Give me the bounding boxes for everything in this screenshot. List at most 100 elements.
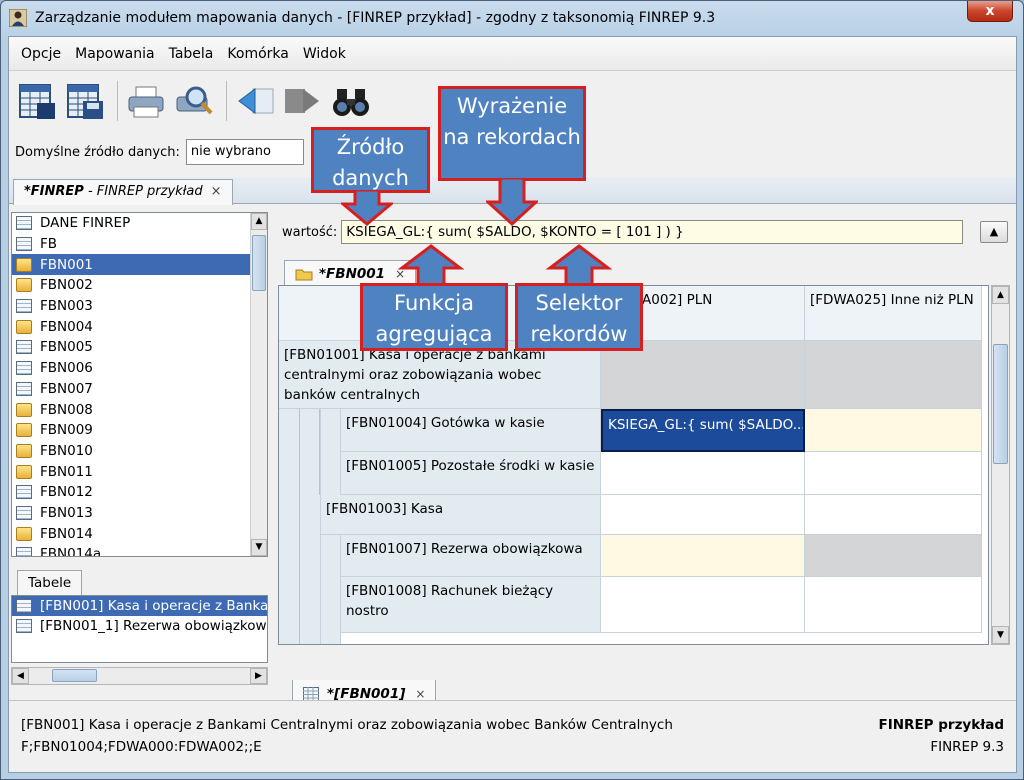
print-preview-button[interactable] — [172, 79, 216, 123]
tree-item[interactable]: FBN014 — [12, 523, 250, 544]
row-header-fbn01007[interactable]: [FBN01007] Rezerwa obowiązkowa — [341, 535, 601, 577]
callout-wyrazenie: Wyrażenie na rekordach — [438, 86, 586, 181]
grid-icon — [16, 340, 32, 355]
window-title: Zarządzanie modułem mapowania danych - [… — [35, 10, 716, 26]
grid-cell[interactable] — [805, 577, 982, 633]
scroll-thumb[interactable] — [52, 669, 97, 682]
document-tab[interactable]: *FINREP - FINREP przykład × — [13, 179, 233, 205]
data-source-select[interactable]: nie wybrano — [185, 139, 304, 165]
scroll-up-arrow-icon[interactable]: ▲ — [251, 213, 267, 230]
tree-item[interactable]: FBN013 — [12, 503, 250, 524]
grid-vertical-scrollbar[interactable]: ▲ ▼ — [991, 285, 1010, 645]
value-expression-input[interactable]: KSIEGA_GL:{ sum( $SALDO, $KONTO = [ 101 … — [341, 220, 964, 244]
print-preview-icon — [176, 86, 213, 115]
tree-item-label: FBN014a — [40, 546, 102, 556]
scroll-down-arrow-icon[interactable]: ▼ — [992, 626, 1009, 644]
tree-item[interactable]: FBN010 — [12, 441, 250, 462]
table-save-button[interactable] — [63, 79, 107, 123]
column-header-fdwa025[interactable]: [FDWA025] Inne niż PLN — [805, 286, 982, 341]
data-source-label: Domyślne źródło danych: — [15, 144, 180, 160]
document-tab-close-icon[interactable]: × — [211, 184, 222, 199]
grid-icon — [16, 299, 32, 314]
row-header-fbn01003[interactable]: [FBN01003] Kasa — [321, 495, 601, 535]
menu-mapowania[interactable]: Mapowania — [69, 46, 160, 62]
menu-tabela[interactable]: Tabela — [163, 46, 220, 62]
menu-opcje[interactable]: Opcje — [15, 46, 67, 62]
callout-arrow-down-icon — [486, 178, 538, 226]
grid-cell[interactable] — [601, 535, 805, 577]
back-button[interactable] — [233, 79, 277, 123]
tree-item-label: FBN004 — [40, 318, 93, 335]
row-header-fbn01001[interactable]: [FBN01001] Kasa i operacje z bankami cen… — [279, 341, 601, 409]
row-header-fbn01004[interactable]: [FBN01004] Gotówka w kasie — [341, 409, 601, 452]
tables-tab[interactable]: Tabele — [17, 570, 83, 596]
tree-item-label: FBN008 — [40, 401, 93, 418]
back-arrow-icon — [238, 88, 274, 114]
grid-cell[interactable] — [805, 495, 982, 535]
forward-button[interactable] — [281, 79, 325, 123]
scroll-right-arrow-icon[interactable]: ▶ — [250, 668, 267, 684]
scroll-thumb[interactable] — [252, 235, 266, 291]
tree-item-label: FBN001 — [40, 256, 93, 273]
scroll-left-arrow-icon[interactable]: ◀ — [12, 668, 29, 684]
menu-komorka[interactable]: Komórka — [221, 46, 294, 62]
tables-horizontal-scrollbar[interactable]: ◀ ▶ — [11, 667, 268, 685]
tree-item[interactable]: FBN012 — [12, 482, 250, 503]
grid-cell[interactable] — [805, 452, 982, 495]
grid-icon — [16, 547, 32, 556]
tree-item[interactable]: FBN007 — [12, 379, 250, 400]
grid-cell[interactable] — [601, 341, 805, 409]
find-button[interactable] — [329, 79, 373, 123]
grid-icon — [16, 216, 32, 231]
folder-icon — [16, 278, 32, 293]
tables-list-item[interactable]: [FBN001] Kasa i operacje z Banka — [12, 596, 267, 616]
grid-cell[interactable] — [805, 409, 982, 452]
tree-item[interactable]: FBN005 — [12, 337, 250, 358]
toolbar-separator — [117, 81, 118, 121]
expand-up-button[interactable]: ▲ — [980, 221, 1008, 243]
selected-grid-cell[interactable]: KSIEGA_GL:{ sum( $SALDO... — [601, 409, 805, 452]
close-window-button[interactable]: x — [967, 1, 1013, 22]
menu-widok[interactable]: Widok — [297, 46, 352, 62]
grid-cell[interactable] — [601, 495, 805, 535]
tree-item[interactable]: FBN014a — [12, 544, 250, 556]
grid-cell[interactable] — [601, 452, 805, 495]
grid-cell[interactable] — [601, 577, 805, 633]
menu-bar: Opcje Mapowania Tabela Komórka Widok — [9, 37, 1016, 71]
tree-item[interactable]: FBN001 — [12, 254, 250, 276]
tree-item[interactable]: FBN009 — [12, 420, 250, 441]
callout-funkcja-agregujaca: Funkcja agregująca — [360, 283, 508, 351]
print-button[interactable] — [124, 79, 168, 123]
tree-item[interactable]: FBN011 — [12, 461, 250, 482]
tree-item-label: FB — [40, 236, 58, 253]
tree-item[interactable]: FBN006 — [12, 358, 250, 379]
tree-vertical-scrollbar[interactable]: ▲ ▼ — [250, 213, 267, 556]
tree-item[interactable]: FBN004 — [12, 316, 250, 337]
bottom-tab-close-icon[interactable]: × — [415, 687, 425, 701]
folder-icon — [16, 464, 32, 479]
callout-selektor-rekordow: Selektor rekordów — [515, 283, 643, 351]
table-open-button[interactable] — [15, 79, 59, 123]
grid-cell[interactable] — [805, 535, 982, 577]
tree-item[interactable]: FB — [12, 234, 250, 255]
row-header-fbn01008[interactable]: [FBN01008] Rachunek bieżący nostro — [341, 577, 601, 633]
toolbar-separator — [226, 81, 227, 121]
tree-item[interactable]: FBN003 — [12, 296, 250, 317]
scroll-down-arrow-icon[interactable]: ▼ — [251, 539, 267, 556]
folder-icon — [16, 526, 32, 541]
indent-guide — [319, 409, 320, 495]
status-project-name: FINREP przykład — [878, 717, 1005, 733]
tree-item[interactable]: FBN008 — [12, 399, 250, 420]
tree-item[interactable]: DANE FINREP — [12, 213, 250, 234]
scroll-thumb[interactable] — [993, 344, 1008, 464]
grid-cell[interactable] — [805, 341, 982, 409]
tree-item-label: FBN002 — [40, 277, 93, 294]
scroll-up-arrow-icon[interactable]: ▲ — [992, 286, 1009, 304]
folder-icon — [16, 319, 32, 334]
tree-item[interactable]: FBN002 — [12, 275, 250, 296]
table-open-icon — [19, 84, 55, 119]
status-bar: [FBN001] Kasa i operacje z Bankami Centr… — [9, 700, 1016, 772]
tables-list-item[interactable]: [FBN001_1] Rezerwa obowiązkow — [12, 616, 267, 636]
row-header-fbn01005[interactable]: [FBN01005] Pozostałe środki w kasie — [341, 452, 601, 495]
grid-icon — [16, 619, 32, 633]
